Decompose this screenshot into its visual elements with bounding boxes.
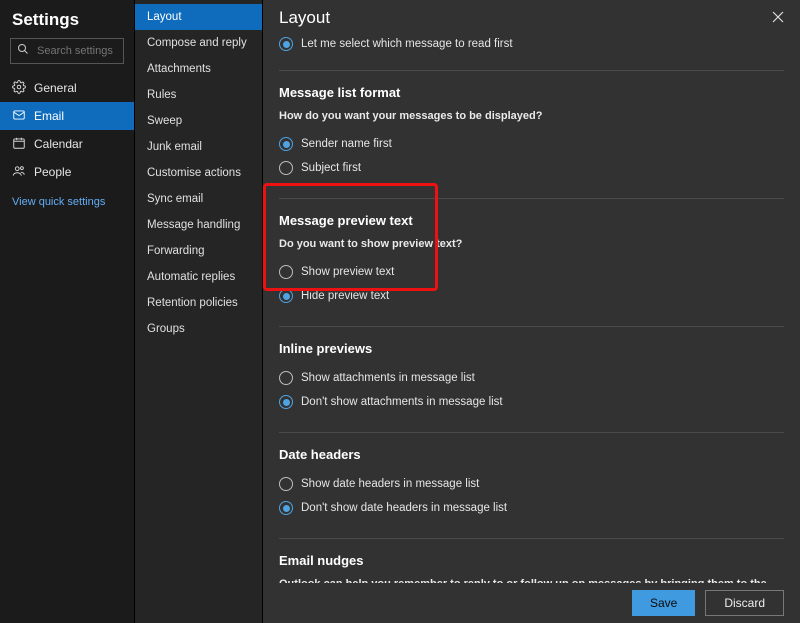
search-box[interactable]: [10, 38, 124, 64]
radio-label: Don't show date headers in message list: [301, 502, 507, 514]
submenu-groups[interactable]: Groups: [135, 316, 262, 342]
section-title: Message list format: [279, 85, 784, 100]
submenu-sync-email[interactable]: Sync email: [135, 186, 262, 212]
submenu-retention-policies[interactable]: Retention policies: [135, 290, 262, 316]
radio-label: Don't show attachments in message list: [301, 396, 503, 408]
close-icon[interactable]: [772, 11, 784, 26]
mail-icon: [12, 108, 26, 125]
submenu-junk-email[interactable]: Junk email: [135, 134, 262, 160]
radio-show-attachments[interactable]: Show attachments in message list: [279, 366, 784, 390]
search-input[interactable]: [35, 44, 117, 58]
sidebar-item-people[interactable]: People: [0, 158, 134, 186]
view-quick-settings-link[interactable]: View quick settings: [0, 186, 134, 218]
section-message-preview-text: Message preview text Do you want to show…: [279, 199, 784, 327]
primary-nav: General Email Calendar People: [0, 74, 134, 186]
radio-subject-first[interactable]: Subject first: [279, 156, 784, 180]
radio-icon: [279, 395, 293, 409]
radio-sender-name-first[interactable]: Sender name first: [279, 132, 784, 156]
radio-icon: [279, 477, 293, 491]
submenu-forwarding[interactable]: Forwarding: [135, 238, 262, 264]
content-pane: Layout Let me select which message to re…: [263, 0, 800, 623]
section-subtitle: Do you want to show preview text?: [279, 238, 784, 250]
radio-label: Subject first: [301, 162, 361, 174]
radio-icon: [279, 137, 293, 151]
section-title: Date headers: [279, 447, 784, 462]
section-message-list-format: Message list format How do you want your…: [279, 71, 784, 199]
sidebar-item-label: General: [34, 81, 77, 95]
calendar-icon: [12, 136, 26, 153]
settings-window: Settings General Email Calendar People: [0, 0, 800, 623]
submenu-customise-actions[interactable]: Customise actions: [135, 160, 262, 186]
pane-body: Let me select which message to read firs…: [263, 32, 800, 623]
submenu-attachments[interactable]: Attachments: [135, 56, 262, 82]
submenu-compose-and-reply[interactable]: Compose and reply: [135, 30, 262, 56]
section-title: Inline previews: [279, 341, 784, 356]
radio-dont-show-attachments[interactable]: Don't show attachments in message list: [279, 390, 784, 414]
radio-icon: [279, 37, 293, 51]
radio-icon: [279, 161, 293, 175]
submenu-message-handling[interactable]: Message handling: [135, 212, 262, 238]
sidebar-item-label: Calendar: [34, 137, 83, 151]
section-title: Email nudges: [279, 553, 784, 568]
footer-bar: Save Discard: [263, 583, 800, 623]
gear-icon: [12, 80, 26, 97]
submenu-sweep[interactable]: Sweep: [135, 108, 262, 134]
section-date-headers: Date headers Show date headers in messag…: [279, 433, 784, 539]
radio-icon: [279, 289, 293, 303]
sidebar-item-label: People: [34, 165, 71, 179]
search-icon: [17, 42, 29, 60]
email-submenu: Layout Compose and reply Attachments Rul…: [135, 0, 263, 623]
sidebar-item-email[interactable]: Email: [0, 102, 134, 130]
lead-option-row: Let me select which message to read firs…: [279, 32, 784, 71]
submenu-automatic-replies[interactable]: Automatic replies: [135, 264, 262, 290]
section-inline-previews: Inline previews Show attachments in mess…: [279, 327, 784, 433]
radio-icon: [279, 501, 293, 515]
radio-hide-preview-text[interactable]: Hide preview text: [279, 284, 784, 308]
pane-header: Layout: [263, 0, 800, 32]
primary-sidebar: Settings General Email Calendar People: [0, 0, 135, 623]
save-button[interactable]: Save: [632, 590, 695, 616]
radio-label: Hide preview text: [301, 290, 389, 302]
radio-label: Sender name first: [301, 138, 392, 150]
radio-let-me-select[interactable]: Let me select which message to read firs…: [279, 32, 784, 56]
people-icon: [12, 164, 26, 181]
radio-label: Let me select which message to read firs…: [301, 38, 513, 50]
discard-button[interactable]: Discard: [705, 590, 784, 616]
sidebar-item-calendar[interactable]: Calendar: [0, 130, 134, 158]
settings-title: Settings: [12, 10, 134, 30]
radio-label: Show attachments in message list: [301, 372, 475, 384]
radio-dont-show-date-headers[interactable]: Don't show date headers in message list: [279, 496, 784, 520]
radio-icon: [279, 265, 293, 279]
sidebar-item-label: Email: [34, 109, 64, 123]
radio-label: Show date headers in message list: [301, 478, 479, 490]
sidebar-item-general[interactable]: General: [0, 74, 134, 102]
radio-label: Show preview text: [301, 266, 394, 278]
radio-show-date-headers[interactable]: Show date headers in message list: [279, 472, 784, 496]
section-title: Message preview text: [279, 213, 784, 228]
radio-icon: [279, 371, 293, 385]
submenu-rules[interactable]: Rules: [135, 82, 262, 108]
radio-show-preview-text[interactable]: Show preview text: [279, 260, 784, 284]
pane-title: Layout: [279, 8, 330, 28]
section-subtitle: How do you want your messages to be disp…: [279, 110, 784, 122]
submenu-layout[interactable]: Layout: [135, 4, 262, 30]
